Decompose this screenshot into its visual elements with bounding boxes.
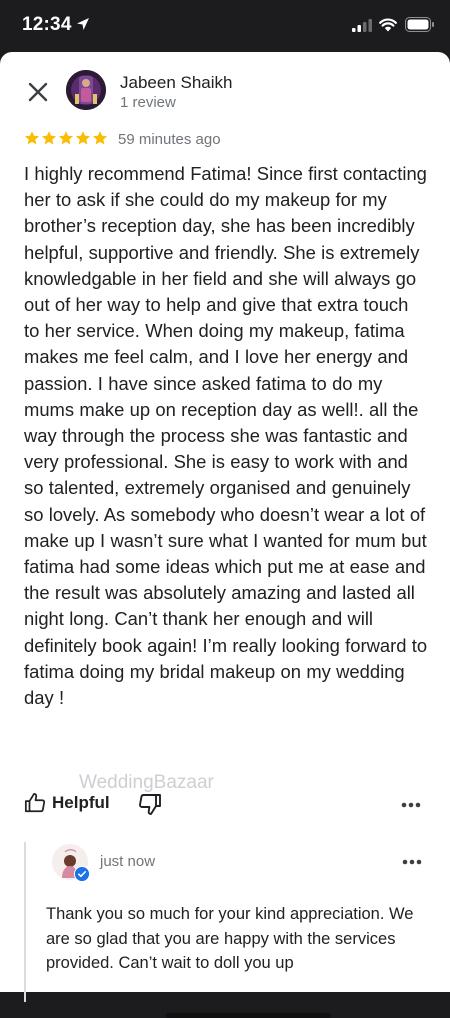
- review-sheet: Jabeen Shaikh 1 review 59 minutes ago I …: [0, 52, 450, 1018]
- owner-reply: just now Thank you so much for your kind…: [24, 842, 450, 1018]
- helpful-label: Helpful: [52, 793, 110, 812]
- more-horizontal-icon[interactable]: [401, 802, 421, 808]
- helpful-button[interactable]: Helpful: [24, 792, 110, 814]
- cellular-signal-icon: [352, 19, 372, 32]
- status-time: 12:34: [22, 14, 72, 35]
- battery-icon: [405, 17, 434, 32]
- reviewer-avatar[interactable]: [66, 70, 106, 110]
- status-bar: 12:34: [0, 0, 450, 52]
- star-rating: [24, 130, 108, 148]
- reply-time: just now: [100, 853, 156, 870]
- reviewer-review-count: 1 review: [120, 94, 176, 111]
- reply-text: Thank you so much for your kind apprecia…: [46, 905, 414, 972]
- reviewer-name[interactable]: Jabeen Shaikh: [120, 73, 232, 93]
- location-arrow-icon: [77, 18, 89, 30]
- thumbs-up-icon: [24, 792, 46, 813]
- redaction-mark: [166, 1013, 331, 1018]
- close-icon[interactable]: [24, 78, 52, 106]
- star-icon: [92, 131, 108, 145]
- star-icon: [24, 131, 40, 145]
- watermark: WeddingBazaar: [79, 772, 214, 793]
- verified-check-icon: [74, 866, 90, 882]
- star-icon: [41, 131, 57, 145]
- star-icon: [58, 131, 74, 145]
- thumbs-down-icon[interactable]: [138, 792, 162, 816]
- more-horizontal-icon[interactable]: [402, 859, 422, 865]
- review-time: 59 minutes ago: [118, 131, 221, 148]
- review-text: I highly recommend Fatima! Since first c…: [24, 163, 428, 709]
- review-actions: Helpful: [0, 792, 450, 822]
- reviewer-photo: [66, 70, 106, 110]
- wifi-icon: [379, 18, 397, 32]
- star-icon: [75, 131, 91, 145]
